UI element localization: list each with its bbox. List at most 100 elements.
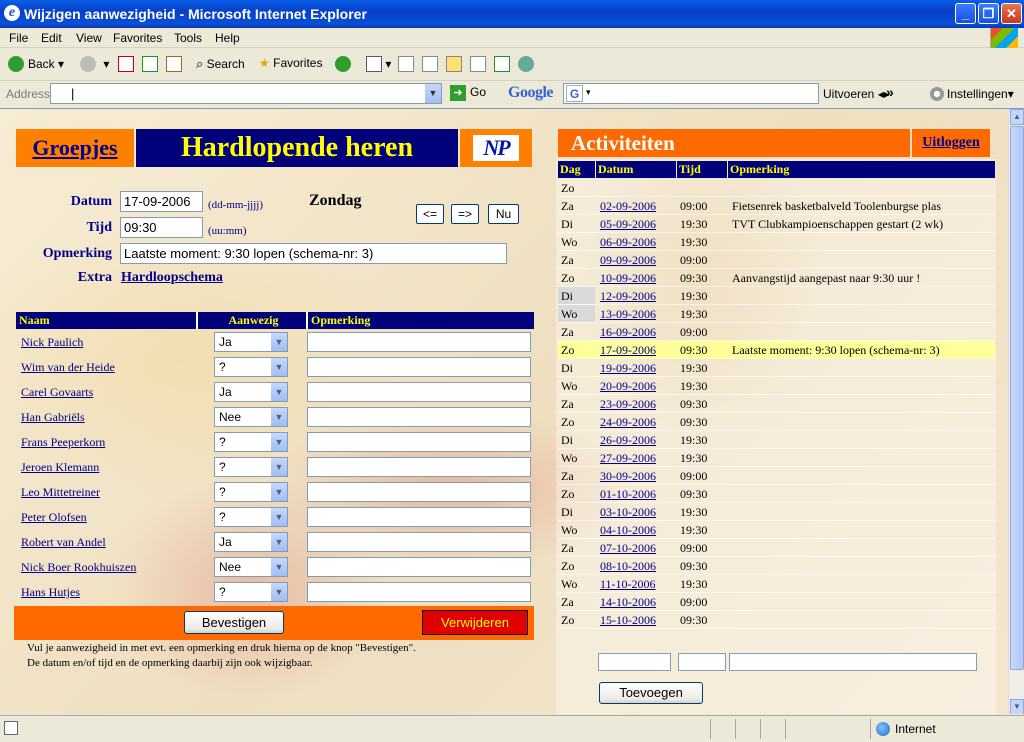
instellingen-button[interactable]: Instellingen▾: [930, 87, 1014, 101]
activity-date-link[interactable]: 20-09-2006: [600, 379, 656, 394]
now-button[interactable]: Nu: [488, 204, 519, 224]
activity-date-link[interactable]: 15-10-2006: [600, 613, 656, 628]
mail-button[interactable]: ▾: [366, 56, 391, 72]
minimize-button[interactable]: _: [955, 3, 976, 24]
aanwezig-select[interactable]: Ja ▼: [214, 382, 288, 402]
address-dropdown-icon[interactable]: ▼: [425, 84, 441, 103]
scroll-up-icon[interactable]: ▲: [1010, 109, 1024, 125]
chevron-down-icon[interactable]: ▼: [271, 508, 287, 526]
activity-date-link[interactable]: 08-10-2006: [600, 559, 656, 574]
activity-date-link[interactable]: 12-09-2006: [600, 289, 656, 304]
tijd-input[interactable]: 09:30: [120, 217, 203, 238]
google-search-input[interactable]: G ▾: [563, 83, 819, 104]
aanwezig-select[interactable]: ? ▼: [214, 582, 288, 602]
aanwezig-select[interactable]: ? ▼: [214, 432, 288, 452]
member-name-link[interactable]: Hans Hutjes: [21, 585, 80, 600]
messenger-button[interactable]: [494, 56, 510, 72]
groepjes-link[interactable]: Groepjes: [16, 129, 134, 167]
menu-favorites[interactable]: Favorites: [113, 31, 162, 45]
member-opmerking-input[interactable]: [307, 532, 531, 552]
activity-date-link[interactable]: 24-09-2006: [600, 415, 656, 430]
member-opmerking-input[interactable]: [307, 382, 531, 402]
home-button[interactable]: [166, 56, 182, 72]
vertical-scrollbar[interactable]: ▲ ▼: [1008, 109, 1024, 714]
new-tijd-input[interactable]: [678, 653, 726, 671]
opmerking-input[interactable]: Laatste moment: 9:30 lopen (schema-nr: 3…: [120, 243, 507, 264]
activity-date-link[interactable]: 03-10-2006: [600, 505, 656, 520]
chevron-down-icon[interactable]: ▼: [271, 533, 287, 551]
google-dropdown-icon[interactable]: ▾: [586, 87, 591, 98]
member-name-link[interactable]: Carel Govaarts: [21, 385, 93, 400]
member-opmerking-input[interactable]: [307, 507, 531, 527]
aanwezig-select[interactable]: Nee ▼: [214, 407, 288, 427]
activity-date-link[interactable]: 02-09-2006: [600, 199, 656, 214]
activity-date-link[interactable]: 04-10-2006: [600, 523, 656, 538]
new-opmerking-input[interactable]: [729, 653, 977, 671]
activity-date-link[interactable]: 10-09-2006: [600, 271, 656, 286]
activity-date-link[interactable]: 30-09-2006: [600, 469, 656, 484]
back-button[interactable]: Back ▾: [8, 56, 64, 72]
favorites-button[interactable]: ★ Favorites: [259, 56, 322, 70]
member-opmerking-input[interactable]: [307, 332, 531, 352]
chevron-down-icon[interactable]: ▼: [271, 333, 287, 351]
activity-date-link[interactable]: 19-09-2006: [600, 361, 656, 376]
aanwezig-select[interactable]: ? ▼: [214, 482, 288, 502]
chevron-down-icon[interactable]: ▼: [271, 358, 287, 376]
activity-date-link[interactable]: 16-09-2006: [600, 325, 656, 340]
member-opmerking-input[interactable]: [307, 407, 531, 427]
member-name-link[interactable]: Nick Boer Rookhuiszen: [21, 560, 136, 575]
member-name-link[interactable]: Robert van Andel: [21, 535, 106, 550]
member-name-link[interactable]: Han Gabriëls: [21, 410, 85, 425]
activity-date-link[interactable]: 13-09-2006: [600, 307, 656, 322]
media-button[interactable]: [335, 56, 355, 72]
edit-button[interactable]: [422, 56, 438, 72]
tools-button[interactable]: [518, 56, 538, 72]
menu-help[interactable]: Help: [215, 31, 240, 45]
activity-date-link[interactable]: 07-10-2006: [600, 541, 656, 556]
member-opmerking-input[interactable]: [307, 557, 531, 577]
chevron-down-icon[interactable]: ▼: [271, 558, 287, 576]
member-opmerking-input[interactable]: [307, 432, 531, 452]
member-name-link[interactable]: Nick Paulich: [21, 335, 83, 350]
next-day-button[interactable]: =>: [451, 204, 479, 224]
chevron-down-icon[interactable]: ▼: [271, 433, 287, 451]
maximize-button[interactable]: ❐: [978, 3, 999, 24]
hardloopschema-link[interactable]: Hardloopschema: [121, 270, 223, 286]
refresh-button[interactable]: [142, 56, 158, 72]
search-button[interactable]: ⌕ Search: [196, 56, 245, 72]
activity-date-link[interactable]: 05-09-2006: [600, 217, 656, 232]
go-button[interactable]: ➜ Go: [450, 85, 486, 101]
close-button[interactable]: ✕: [1001, 3, 1022, 24]
member-name-link[interactable]: Wim van der Heide: [21, 360, 115, 375]
menu-view[interactable]: View: [76, 31, 102, 45]
stop-button[interactable]: [118, 56, 134, 72]
member-opmerking-input[interactable]: [307, 357, 531, 377]
prev-day-button[interactable]: <=: [416, 204, 444, 224]
aanwezig-select[interactable]: Nee ▼: [214, 557, 288, 577]
print-button[interactable]: [398, 56, 414, 72]
more-chevron-icon[interactable]: »: [886, 84, 894, 100]
discuss-button[interactable]: [446, 56, 462, 72]
activity-date-link[interactable]: 01-10-2006: [600, 487, 656, 502]
new-datum-input[interactable]: [598, 653, 671, 671]
chevron-down-icon[interactable]: ▼: [271, 483, 287, 501]
member-opmerking-input[interactable]: [307, 457, 531, 477]
aanwezig-select[interactable]: Ja ▼: [214, 532, 288, 552]
activity-date-link[interactable]: 17-09-2006: [600, 343, 656, 358]
google-g-icon[interactable]: G: [566, 85, 583, 102]
aanwezig-select[interactable]: ? ▼: [214, 357, 288, 377]
activity-date-link[interactable]: 26-09-2006: [600, 433, 656, 448]
member-opmerking-input[interactable]: [307, 582, 531, 602]
address-input[interactable]: | ▼: [50, 83, 442, 104]
activity-date-link[interactable]: 27-09-2006: [600, 451, 656, 466]
menu-edit[interactable]: Edit: [41, 31, 62, 45]
activity-date-link[interactable]: 23-09-2006: [600, 397, 656, 412]
activity-date-link[interactable]: 06-09-2006: [600, 235, 656, 250]
member-name-link[interactable]: Frans Peeperkorn: [21, 435, 105, 450]
datum-input[interactable]: 17-09-2006: [120, 191, 203, 212]
aanwezig-select[interactable]: ? ▼: [214, 507, 288, 527]
menu-tools[interactable]: Tools: [174, 31, 202, 45]
chevron-down-icon[interactable]: ▼: [271, 458, 287, 476]
scroll-thumb[interactable]: [1010, 126, 1024, 670]
activity-date-link[interactable]: 11-10-2006: [600, 577, 656, 592]
